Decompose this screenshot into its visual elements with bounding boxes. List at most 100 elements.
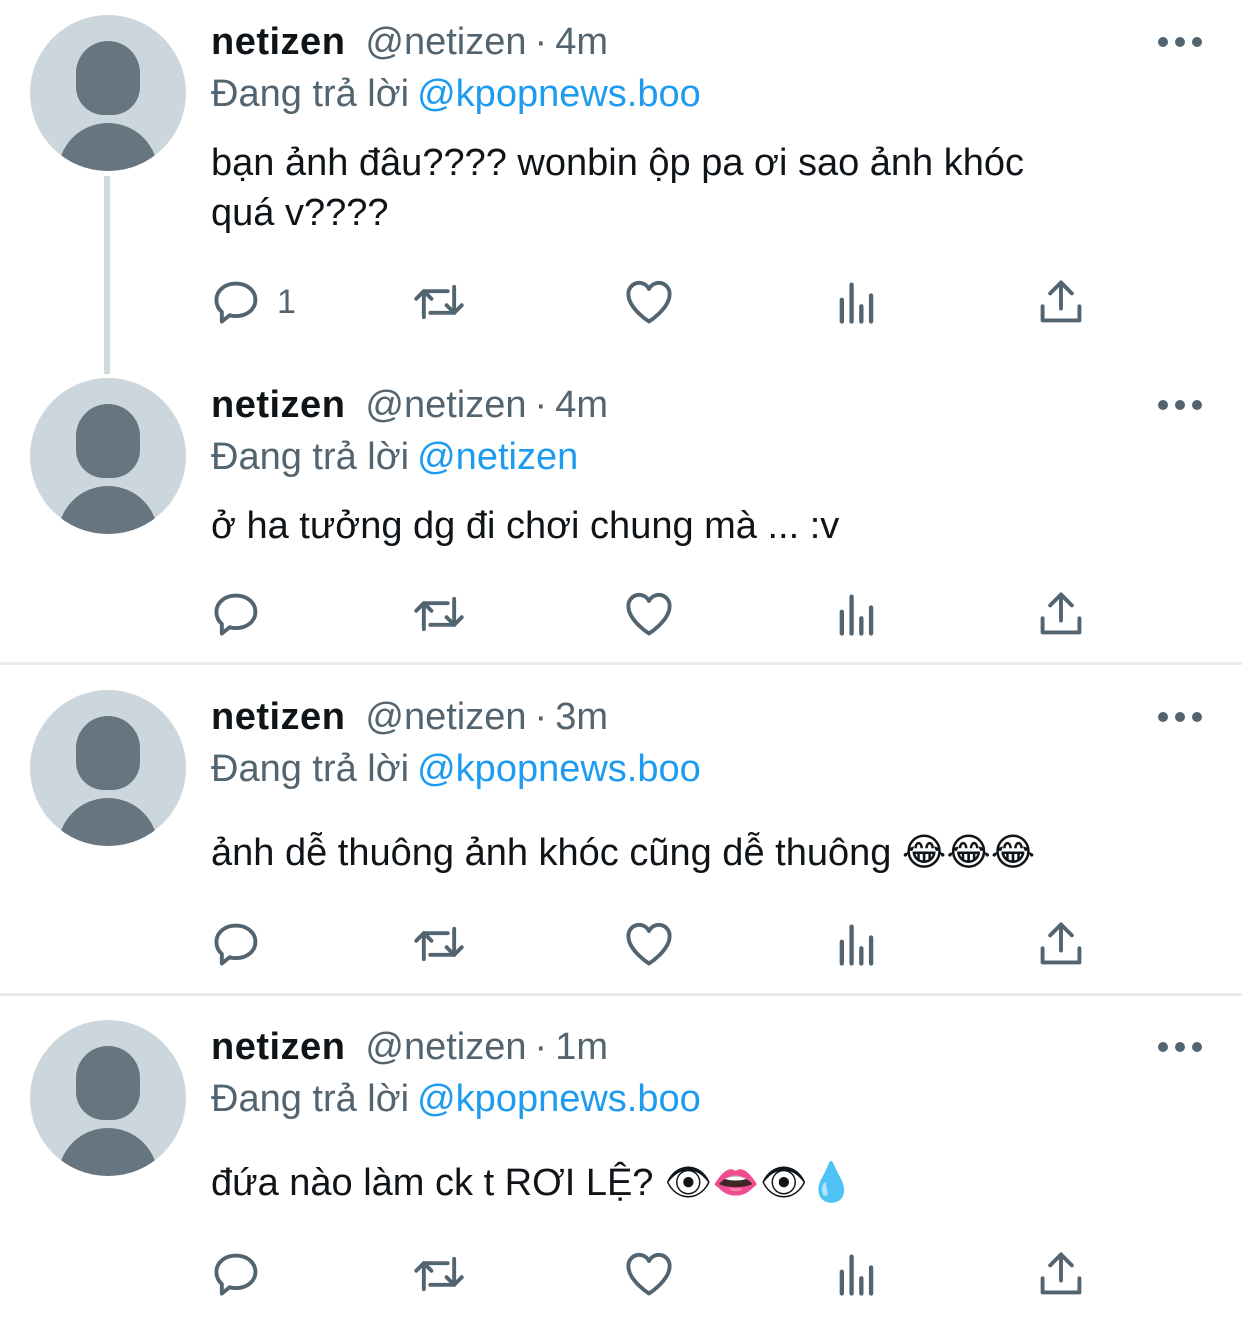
tweet[interactable]: netizen @netizen · 1m Đang trả lời @kpopnews… — [0, 996, 1242, 1321]
user-handle[interactable]: @netizen — [365, 21, 526, 63]
avatar[interactable] — [30, 1020, 186, 1176]
timestamp[interactable]: 4m — [555, 384, 608, 426]
more-icon[interactable] — [1158, 712, 1202, 724]
tweet-text: ở ha tưởng dg đi chơi chung mà ... :v — [211, 501, 1171, 551]
tweet-text-line: đứa nào làm ck t RƠI LỆ? 👁👄👁💧 — [211, 1162, 856, 1204]
avatar-head-shape — [76, 716, 140, 790]
tweet-text-line: ở ha tưởng dg đi chơi chung mà ... :v — [211, 505, 840, 547]
avatar[interactable] — [30, 15, 186, 171]
tweet[interactable]: netizen @netizen · 4m Đang trả lời @kpopnews… — [0, 0, 1242, 362]
action-bar — [211, 914, 1111, 974]
action-bar: 1 — [211, 272, 1111, 332]
avatar-shoulders-shape — [58, 123, 158, 171]
action-bar — [211, 1244, 1111, 1304]
separator-dot: · — [534, 384, 548, 426]
like-button[interactable] — [623, 272, 675, 332]
tweet-text: bạn ảnh đâu???? wonbin ộp pa ơi sao ảnh … — [211, 138, 1171, 238]
retweet-button[interactable] — [413, 1244, 465, 1304]
replying-to-mention[interactable]: @kpopnews.boo — [417, 748, 701, 790]
timestamp[interactable]: 1m — [555, 1026, 608, 1068]
replying-to: Đang trả lời @netizen — [211, 432, 578, 482]
avatar[interactable] — [30, 690, 186, 846]
replying-to-label: Đang trả lời — [211, 748, 410, 790]
share-button[interactable] — [1035, 584, 1087, 644]
share-icon — [1040, 1252, 1082, 1295]
tweet-header: netizen @netizen · 1m — [211, 1022, 608, 1072]
user-handle[interactable]: @netizen — [365, 1026, 526, 1068]
views-button[interactable] — [831, 1244, 883, 1304]
display-name[interactable]: netizen — [211, 21, 345, 63]
retweet-button[interactable] — [413, 272, 465, 332]
views-button[interactable] — [831, 914, 883, 974]
like-icon — [626, 592, 672, 636]
tweet-header: netizen @netizen · 4m — [211, 380, 608, 430]
share-icon — [1040, 280, 1082, 323]
views-button[interactable] — [831, 272, 883, 332]
like-icon — [626, 922, 672, 966]
reply-button[interactable] — [211, 914, 277, 974]
separator-dot: · — [534, 1026, 548, 1068]
share-button[interactable] — [1035, 914, 1087, 974]
reply-icon — [214, 593, 258, 636]
tweet-text-line: bạn ảnh đâu???? wonbin ộp pa ơi sao ảnh … — [211, 142, 1025, 184]
user-handle[interactable]: @netizen — [365, 696, 526, 738]
display-name[interactable]: netizen — [211, 1026, 345, 1068]
replying-to: Đang trả lời @kpopnews.boo — [211, 69, 701, 119]
replying-to-mention[interactable]: @kpopnews.boo — [417, 73, 701, 115]
reply-icon — [214, 1253, 258, 1296]
views-icon — [839, 282, 874, 324]
replying-to: Đang trả lời @kpopnews.boo — [211, 1074, 701, 1124]
avatar-shoulders-shape — [58, 798, 158, 846]
tweet-text: đứa nào làm ck t RƠI LỆ? 👁👄👁💧 — [211, 1158, 1171, 1208]
reply-button[interactable] — [211, 584, 277, 644]
separator-dot: · — [534, 21, 548, 63]
tweet-text: ảnh dễ thuông ảnh khóc cũng dễ thuông 😂😂… — [211, 828, 1171, 878]
tweet-header: netizen @netizen · 3m — [211, 692, 608, 742]
reply-button[interactable]: 1 — [211, 272, 296, 332]
views-button[interactable] — [831, 584, 883, 644]
more-icon[interactable] — [1158, 1042, 1202, 1054]
tweet[interactable]: netizen @netizen · 3m Đang trả lời @kpopnews… — [0, 665, 1242, 993]
replying-to-label: Đang trả lời — [211, 436, 410, 478]
timestamp[interactable]: 3m — [555, 696, 608, 738]
retweet-icon — [414, 596, 464, 632]
avatar[interactable] — [30, 378, 186, 534]
views-icon — [839, 1254, 874, 1296]
replying-to: Đang trả lời @kpopnews.boo — [211, 744, 701, 794]
share-icon — [1040, 592, 1082, 635]
more-icon[interactable] — [1158, 400, 1202, 412]
share-button[interactable] — [1035, 272, 1087, 332]
like-button[interactable] — [623, 584, 675, 644]
retweet-button[interactable] — [413, 584, 465, 644]
avatar-shoulders-shape — [58, 486, 158, 534]
separator-dot: · — [534, 696, 548, 738]
display-name[interactable]: netizen — [211, 696, 345, 738]
views-icon — [839, 594, 874, 636]
like-icon — [626, 280, 672, 324]
retweet-icon — [414, 284, 464, 320]
reply-icon — [214, 281, 258, 324]
tweet[interactable]: netizen @netizen · 4m Đang trả lời @netizen … — [0, 362, 1242, 662]
reply-icon — [214, 923, 258, 966]
reply-count: 1 — [277, 282, 296, 321]
reply-button[interactable] — [211, 1244, 277, 1304]
like-icon — [626, 1252, 672, 1296]
tweet-text-line: ảnh dễ thuông ảnh khóc cũng dễ thuông 😂😂… — [211, 832, 1036, 874]
timestamp[interactable]: 4m — [555, 21, 608, 63]
replying-to-mention[interactable]: @kpopnews.boo — [417, 1078, 701, 1120]
retweet-button[interactable] — [413, 914, 465, 974]
tweet-header: netizen @netizen · 4m — [211, 17, 608, 67]
display-name[interactable]: netizen — [211, 384, 345, 426]
retweet-icon — [414, 926, 464, 962]
like-button[interactable] — [623, 1244, 675, 1304]
action-bar — [211, 584, 1111, 644]
user-handle[interactable]: @netizen — [365, 384, 526, 426]
share-button[interactable] — [1035, 1244, 1087, 1304]
avatar-head-shape — [76, 404, 140, 478]
more-icon[interactable] — [1158, 37, 1202, 49]
replying-to-label: Đang trả lời — [211, 73, 410, 115]
views-icon — [839, 924, 874, 966]
like-button[interactable] — [623, 914, 675, 974]
avatar-head-shape — [76, 41, 140, 115]
replying-to-mention[interactable]: @netizen — [417, 436, 578, 478]
